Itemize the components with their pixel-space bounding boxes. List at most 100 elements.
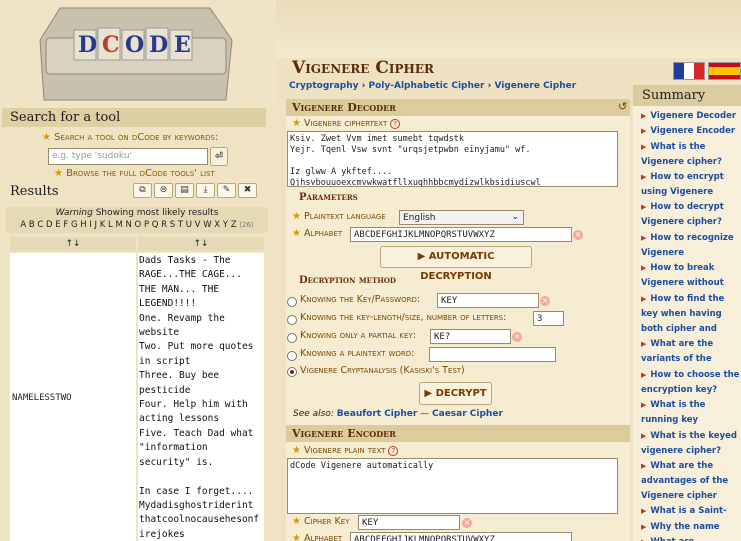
- summary-item[interactable]: ▶ What are the advantages of the Vigenere…: [641, 459, 741, 504]
- star-icon: ★: [292, 211, 301, 222]
- plaintext-lang-select[interactable]: English ⌄: [399, 210, 524, 225]
- breadcrumb-poly[interactable]: Poly-Alphabetic Cipher: [369, 81, 485, 91]
- summary-item[interactable]: ▶How to recognize Vigenere ciphertext?: [641, 231, 741, 261]
- logo-letter-d: D: [78, 32, 97, 58]
- warning-text: Showing most likely results: [95, 208, 219, 218]
- plaintext-lang-value: English: [403, 213, 436, 223]
- summary-item[interactable]: ▶ How to find the key when having both ci…: [641, 292, 741, 337]
- summary-item[interactable]: ▶ How to decrypt Vigenere cipher?: [641, 200, 741, 230]
- alphabet-filter[interactable]: A B C D E F G H I J K L M N O P Q R S T …: [20, 220, 236, 230]
- summary-item-label: How to choose the encryption key?: [641, 370, 740, 395]
- automatic-decryption-button[interactable]: ▶ AUTOMATIC DECRYPTION: [380, 246, 532, 282]
- parameters-title: Parameters: [299, 192, 358, 203]
- clear-key-icon[interactable]: ×: [540, 296, 550, 306]
- summary-item[interactable]: ▶ How to choose the encryption key?: [641, 368, 741, 398]
- summary-item[interactable]: ▶What are...: [641, 535, 741, 541]
- result-key[interactable]: NAMELESSTWO: [12, 393, 72, 403]
- opt-kasiski-label: Vigenere Cryptanalysis (Kasiski's Test): [300, 365, 465, 376]
- decoder-title: Vigenere Decoder: [286, 99, 630, 116]
- reset-icon[interactable]: ↺: [618, 100, 627, 113]
- result-text[interactable]: Dads Tasks - The RAGE...THE CAGE... THE …: [139, 254, 259, 541]
- plain-label-line: ★ Vigenere plain text ?: [292, 445, 399, 456]
- warning-label: Warning: [55, 208, 93, 218]
- plaintext-input[interactable]: dCode Vigenere automatically: [287, 458, 618, 514]
- breadcrumb-cryptography[interactable]: Cryptography: [289, 81, 359, 91]
- breadcrumb-vigenere[interactable]: Vigenere Cipher: [494, 81, 576, 91]
- radio-known-key[interactable]: [287, 297, 297, 307]
- browse-tools-link[interactable]: Browse the full dCode tools' list: [66, 168, 215, 179]
- print-button[interactable]: ▤: [175, 183, 194, 198]
- alphabet-input[interactable]: ABCDEFGHIJKLMNOPQRSTUVWXYZ: [350, 227, 572, 242]
- summary-item[interactable]: ▶What is a Saint-Cyr slide?: [641, 504, 741, 519]
- download-button[interactable]: ⤓: [196, 183, 215, 198]
- arrow-icon: ▶: [641, 112, 647, 120]
- caesar-link[interactable]: Caesar Cipher: [432, 409, 503, 419]
- breadcrumb: Cryptography › Poly-Alphabetic Cipher › …: [289, 81, 576, 91]
- pin-button[interactable]: ✎: [217, 183, 236, 198]
- cipher-key-label: Cipher Key: [304, 516, 350, 527]
- search-panel-title: Search for a tool: [2, 108, 266, 127]
- arrow-icon: ▶: [641, 143, 647, 151]
- summary-item[interactable]: ▶How to break Vigenere without knowing t…: [641, 261, 741, 291]
- enc-alphabet-input[interactable]: ABCDEFGHIJKLMNOPQRSTUVWXYZ: [350, 532, 572, 541]
- radio-key-length[interactable]: [287, 315, 297, 325]
- col2-sort[interactable]: ↑↓: [138, 237, 264, 251]
- ciphertext-input[interactable]: Ksiv. Zwet Vvm imet sumebt tqwdstk Yejr.…: [287, 131, 618, 187]
- clear-alphabet-icon[interactable]: ×: [573, 230, 583, 240]
- summary-item-label: Vigenere Encoder: [650, 126, 736, 136]
- results-warning: Warning Showing most likely results A B …: [6, 207, 268, 233]
- search-go-button[interactable]: ⏎: [210, 147, 228, 166]
- help-icon[interactable]: ?: [388, 446, 399, 456]
- clear-partial-key-icon[interactable]: ×: [512, 332, 522, 342]
- encoder-title: Vigenere Encoder: [286, 425, 630, 442]
- help-icon[interactable]: ?: [390, 119, 400, 129]
- plaintext-lang-label: Plaintext language: [304, 211, 386, 222]
- dcode-logo[interactable]: D C O D E: [0, 0, 276, 108]
- summary-item[interactable]: ▶How to encrypt using Vigenere cipher?: [641, 170, 741, 200]
- radio-kasiski[interactable]: [287, 367, 297, 377]
- key-length-input[interactable]: 3: [533, 311, 564, 326]
- plaintext-word-input[interactable]: [429, 347, 556, 362]
- copy-all-button[interactable]: ⊜: [154, 183, 173, 198]
- summary-item[interactable]: ▶What are the variants of the Vigenere c…: [641, 337, 741, 367]
- plaintext-lang-label-line: ★ Plaintext language: [292, 211, 386, 222]
- radio-partial-key[interactable]: [287, 333, 297, 343]
- summary-title: Summary: [633, 85, 741, 106]
- summary-item[interactable]: ▶What is the Vigenere cipher? (Definitio…: [641, 140, 741, 170]
- summary-item[interactable]: ▶ Vigenere Decoder: [641, 109, 741, 124]
- known-key-input[interactable]: KEY: [437, 293, 539, 308]
- search-input[interactable]: e.g. type 'sudoku': [48, 148, 208, 165]
- browse-line: ★ Browse the full dCode tools' list: [54, 168, 215, 179]
- partial-key-input[interactable]: KE?: [430, 329, 511, 344]
- summary-item-label: How to recognize Vigenere ciphertext?: [641, 233, 734, 258]
- summary-item-label: What is the keyed vigenere cipher?: [641, 431, 737, 456]
- es-flag-icon[interactable]: [708, 62, 741, 80]
- summary-item[interactable]: ▶What is the running key vigenere cipher…: [641, 398, 741, 428]
- clear-results-button[interactable]: ✖: [238, 183, 257, 198]
- summary-item-label: How to encrypt using Vigenere cipher?: [641, 172, 724, 197]
- summary-item[interactable]: ▶ Vigenere Encoder: [641, 124, 741, 139]
- col1-sort[interactable]: ↑↓: [10, 237, 136, 251]
- summary-item-label: What is a Saint-Cyr slide?: [650, 506, 727, 516]
- search-keyword-link[interactable]: Search a tool on dCode by keywords:: [54, 132, 218, 143]
- logo-letter-d2: D: [149, 32, 168, 58]
- opt-plaintext-word-label: Knowing a plaintext word:: [300, 348, 415, 359]
- fr-flag-icon[interactable]: [673, 62, 705, 80]
- decrypt-button[interactable]: ▶ DECRYPT: [419, 382, 492, 405]
- summary-item-label: What are the advantages of the Vigenere …: [641, 461, 729, 501]
- summary-item-label: How to decrypt Vigenere cipher?: [641, 202, 724, 227]
- clear-cipher-key-icon[interactable]: ×: [462, 518, 472, 528]
- beaufort-link[interactable]: Beaufort Cipher: [337, 409, 418, 419]
- star-icon: ★: [292, 516, 301, 527]
- search-keyword-line: ★ Search a tool on dCode by keywords:: [42, 132, 218, 143]
- arrow-icon: ▶: [641, 523, 647, 531]
- arrow-icon: ▶: [641, 127, 647, 135]
- radio-plaintext-word[interactable]: [287, 351, 297, 361]
- summary-item[interactable]: ▶ What is the keyed vigenere cipher?: [641, 429, 741, 459]
- see-also-sep: —: [417, 409, 433, 419]
- copy-button[interactable]: ⧉: [133, 183, 152, 198]
- ciphertext-label: Vigenere ciphertext: [304, 118, 388, 129]
- cipher-key-input[interactable]: KEY: [358, 515, 460, 530]
- summary-item[interactable]: ▶Why the name Vigenere?: [641, 520, 741, 535]
- opt-known-key-label: Knowing the Key/Password:: [300, 294, 421, 305]
